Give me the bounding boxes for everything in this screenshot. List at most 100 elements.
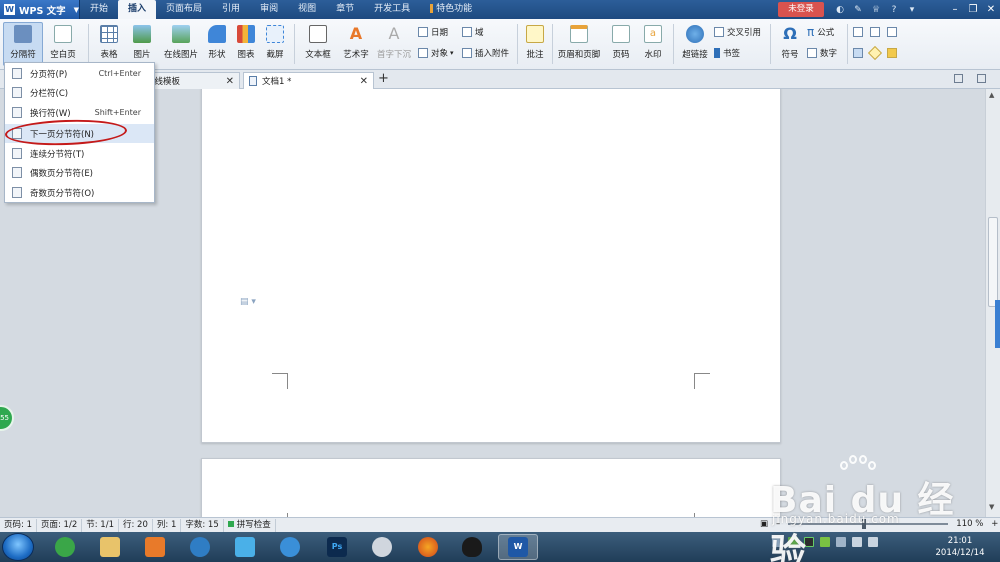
taskbar-app-8[interactable]: [362, 534, 402, 560]
scroll-up-icon[interactable]: ▲: [989, 91, 994, 99]
yema-button[interactable]: 页码: [607, 23, 635, 65]
menu-bar: W WPS 文字 ▼ 开始 插入 页面布局 引用 审阅 视图 章节 开发工具 特…: [0, 0, 1000, 19]
help-chevron-icon[interactable]: ▾: [906, 5, 918, 15]
pizhu-button[interactable]: 批注: [522, 23, 548, 65]
browser-360-icon: [55, 537, 75, 557]
tab-yemian-buju[interactable]: 页面布局: [156, 0, 212, 19]
scrollbar-thumb[interactable]: [988, 217, 998, 307]
shuqian-button[interactable]: 书签: [714, 46, 740, 60]
shuzi-button[interactable]: 数字: [807, 46, 837, 60]
title-icon-group: ◐ ✎ ♕ ? ▾: [834, 2, 918, 17]
skin-icon[interactable]: ◐: [834, 5, 846, 15]
maximize-icon[interactable]: ❐: [964, 0, 982, 19]
shuiyin-button[interactable]: a 水印: [639, 23, 667, 65]
wenbenkuang-button[interactable]: 文本框: [300, 23, 336, 65]
duixiang-button[interactable]: 对象 ▾: [418, 46, 454, 60]
tab-shenyue[interactable]: 审阅: [250, 0, 288, 19]
screenshot-icon: [266, 25, 284, 43]
close-doc-icon[interactable]: [977, 74, 986, 83]
field-icon: [462, 27, 472, 37]
close-icon[interactable]: ✕: [226, 76, 234, 87]
menu-item-page-break[interactable]: 分页符(P) Ctrl+Enter: [5, 64, 154, 83]
spell-check-toggle[interactable]: 拼写检查: [224, 518, 276, 532]
eraser-icon[interactable]: [867, 45, 883, 61]
taskbar-firefox[interactable]: [408, 534, 448, 560]
fuhao-button[interactable]: Ω 符号: [775, 23, 805, 65]
zaixian-tupian-button[interactable]: 在线图片: [161, 23, 201, 65]
taskbar-app-4[interactable]: [180, 534, 220, 560]
tab-kaishi[interactable]: 开始: [80, 0, 118, 19]
tab-document1[interactable]: 文档1 * ✕: [243, 72, 374, 89]
minimize-icon[interactable]: –: [946, 0, 964, 19]
tab-shitu[interactable]: 视图: [288, 0, 326, 19]
globe-icon: [190, 537, 210, 557]
taskbar-media-player[interactable]: [135, 534, 175, 560]
start-button[interactable]: [2, 533, 34, 561]
feedback-icon[interactable]: ✎: [852, 5, 864, 15]
page-break-icon: [12, 68, 22, 79]
speed-badge[interactable]: 55: [0, 405, 14, 431]
biaoge-button[interactable]: 表格: [94, 23, 124, 65]
yishuzi-button[interactable]: A 艺术字: [341, 23, 371, 65]
design-mode-icon[interactable]: [853, 48, 863, 58]
zoom-in-icon[interactable]: +: [991, 519, 998, 529]
lock-icon[interactable]: [887, 48, 897, 58]
taskbar-app-6[interactable]: [270, 534, 310, 560]
restore-doc-icon[interactable]: [954, 74, 963, 83]
gongshi-button[interactable]: π 公式: [807, 25, 834, 39]
checkbox-control-icon[interactable]: [870, 27, 880, 37]
tab-charu[interactable]: 插入: [118, 0, 157, 19]
chaolianjie-button[interactable]: 超链接: [679, 23, 711, 65]
jieping-button[interactable]: 截屏: [260, 23, 290, 65]
camera-icon: [372, 537, 392, 557]
baidu-jingyan-watermark: Bai du 经验 jingyan.baidu.com: [770, 455, 990, 562]
document-page-1[interactable]: [201, 89, 781, 443]
document-page-2[interactable]: [201, 458, 781, 517]
menu-item-column-break[interactable]: 分栏符(C): [5, 83, 154, 102]
shirt-icon[interactable]: ♕: [870, 5, 882, 15]
kongbaiye-button[interactable]: 空白页: [47, 23, 79, 65]
menu-item-label: 分栏符(C): [30, 88, 69, 99]
tab-tese-gongneng[interactable]: 特色功能: [420, 0, 482, 19]
fit-page-icon[interactable]: ▣: [760, 519, 768, 529]
menu-item-even-page-section-break[interactable]: 偶数页分节符(E): [5, 163, 154, 182]
yu-button[interactable]: 域: [462, 25, 484, 39]
help-icon[interactable]: ?: [888, 5, 900, 15]
menu-item-continuous-section-break[interactable]: 连续分节符(T): [5, 144, 154, 163]
online-picture-icon: [172, 25, 190, 43]
app-menu-button[interactable]: W WPS 文字 ▼: [0, 0, 80, 19]
taskbar-qq[interactable]: [452, 534, 492, 560]
taskbar-photoshop[interactable]: Ps: [317, 534, 357, 560]
shouzi-xiachen-button: A 首字下沉: [374, 23, 414, 65]
side-panel-tab[interactable]: [995, 300, 1000, 348]
new-tab-plus-icon[interactable]: +: [378, 71, 389, 86]
dropcap-icon: A: [388, 24, 400, 43]
combobox-control-icon[interactable]: [887, 27, 897, 37]
tab-yinyong[interactable]: 引用: [212, 0, 250, 19]
taskbar-wps-writer[interactable]: W: [498, 534, 538, 560]
taskbar-app-5[interactable]: [225, 534, 265, 560]
margin-corner-mark: [694, 373, 710, 389]
close-icon[interactable]: ✕: [360, 76, 368, 87]
status-word-count[interactable]: 字数: 15: [181, 518, 224, 532]
paste-options-icon[interactable]: ▤ ▾: [240, 297, 256, 307]
jiaocha-yinyong-button[interactable]: 交叉引用: [714, 25, 761, 39]
menu-item-odd-page-section-break[interactable]: 奇数页分节符(O): [5, 183, 154, 202]
yemei-yejiao-button[interactable]: 页眉和页脚: [556, 23, 602, 65]
taskbar-explorer[interactable]: [90, 534, 130, 560]
tab-online-template[interactable]: 在线模板 ✕: [140, 72, 240, 89]
fengefu-button[interactable]: 分隔符: [3, 22, 43, 66]
tubiao-button[interactable]: 图表: [234, 23, 258, 65]
textfield-control-icon[interactable]: [853, 27, 863, 37]
tab-kaifa-gongju[interactable]: 开发工具: [364, 0, 420, 19]
login-button[interactable]: 未登录: [778, 2, 824, 17]
tupian-button[interactable]: 图片: [127, 23, 157, 65]
close-icon[interactable]: ✕: [982, 0, 1000, 19]
xingzhuang-button[interactable]: 形状: [203, 23, 231, 65]
riqi-button[interactable]: 日期: [418, 25, 448, 39]
even-page-section-icon: [12, 167, 22, 178]
document-icon: [249, 76, 257, 86]
tab-zhangjie[interactable]: 章节: [326, 0, 364, 19]
taskbar-360-browser[interactable]: [45, 534, 85, 560]
charu-fujian-button[interactable]: 插入附件: [462, 46, 509, 60]
